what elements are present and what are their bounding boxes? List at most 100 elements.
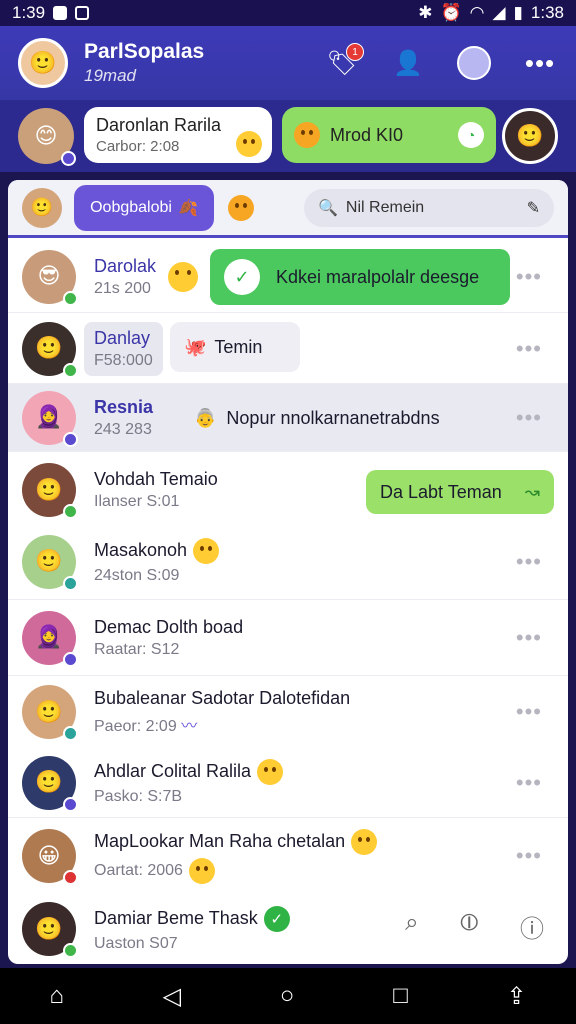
alarm-icon: ⏰ <box>440 3 462 22</box>
contact-subtitle: Uaston S07 <box>94 934 178 952</box>
header-title: ParlSopalas <box>84 40 205 63</box>
contact-subtitle: F58:000 <box>94 351 153 369</box>
profile-button[interactable] <box>456 45 492 81</box>
contact-subtitle: Ilanser S:01 <box>94 493 180 510</box>
emoji-icon <box>257 759 284 785</box>
pinned-card-2[interactable]: Mrod KI0 ◔ <box>282 107 496 163</box>
status-badge <box>63 504 78 519</box>
pinned-card-1[interactable]: Daronlan Rarila Carbor: 2:08 <box>84 107 272 163</box>
compass-icon[interactable]: ⦶ <box>461 909 478 944</box>
share-icon[interactable]: ⇪ <box>506 982 526 1011</box>
contact-name: MapLookar Man Raha chetalan <box>94 828 378 855</box>
battery-icon: ▮ <box>513 3 523 22</box>
app-notification-icon <box>53 6 68 20</box>
user-avatar[interactable]: 🙂 <box>18 38 68 88</box>
more-icon[interactable]: ••• <box>516 405 542 431</box>
more-icon[interactable]: ••• <box>516 699 542 725</box>
message-bubble[interactable]: Da Labt Teman ↝ <box>366 470 554 514</box>
pinned-contacts-strip: 😊 Daronlan Rarila Carbor: 2:08 Mrod KI0 … <box>0 100 576 172</box>
contact-avatar: 😎 <box>22 249 78 306</box>
chat-row[interactable]: 🙂 Vohdah Temaio Ilanser S:01 Da Labt Tem… <box>8 456 568 524</box>
status-badge <box>63 575 78 591</box>
filter-search-row: 🙂 Oobgbalobi 🍂 🔍 Nil Remein ✎ <box>8 180 568 238</box>
message-text: Kdkei maralpolalr deesge <box>276 266 480 287</box>
status-badge <box>63 943 78 958</box>
message-bubble[interactable]: 🐙 Temin <box>170 322 300 372</box>
home-icon[interactable]: ⌂ <box>49 982 64 1010</box>
contact-subtitle: 24ston S:09 <box>94 567 180 584</box>
status-badge <box>63 796 78 812</box>
emoji-icon: 👵 <box>194 407 217 428</box>
check-icon: ✓ <box>224 259 260 295</box>
notification-count-badge: 1 <box>346 43 364 61</box>
back-icon[interactable]: ◁ <box>163 982 181 1011</box>
emoji-icon <box>228 194 254 221</box>
contact-avatar: 🧕 <box>22 610 78 667</box>
chat-row[interactable]: 🙂 Danlay F58:000 🐙 Temin ••• <box>8 314 568 384</box>
more-icon[interactable]: ••• <box>516 336 542 362</box>
contact-name: Darolak <box>94 255 157 276</box>
status-time-left: 1:39 <box>12 3 46 22</box>
status-badge <box>63 651 78 667</box>
leaf-icon: 🍂 <box>177 199 198 217</box>
status-badge <box>63 870 78 885</box>
filter-avatar[interactable]: 🙂 <box>22 187 62 228</box>
contact-subtitle: Paeor: 2:09 〰 <box>94 718 198 735</box>
contact-avatar: 🙂 <box>22 463 78 519</box>
check-icon: ◔ <box>458 122 484 148</box>
message-bubble[interactable]: ✓ Kdkei maralpolalr deesge <box>210 249 510 305</box>
message-bubble[interactable]: 👵 Nopur nnolkarnanetrabdns <box>180 392 490 444</box>
profile-icon <box>457 46 491 80</box>
chat-row[interactable]: 😎 Darolak 21s 200 ✓ Kdkei maralpolalr de… <box>8 241 568 313</box>
recents-icon[interactable]: □ <box>393 982 408 1010</box>
message-notification-icon <box>75 6 90 20</box>
contact-subtitle: Oartat: 2006 <box>94 857 377 884</box>
system-nav-bar: ⌂ ◁ ○ □ ⇪ <box>0 968 576 1024</box>
more-options-button[interactable]: ••• <box>522 45 558 81</box>
chat-row[interactable]: 🧕 Demac Dolth boad Raatar: S12 ••• <box>8 600 568 676</box>
filter-chip-label: Oobgbalobi <box>90 198 172 216</box>
message-text: Da Labt Teman <box>380 481 502 502</box>
search-icon[interactable]: ⌕ <box>405 909 418 944</box>
search-input[interactable]: 🔍 Nil Remein ✎ <box>304 188 554 227</box>
pinned-avatar-2[interactable]: 🙂 <box>502 108 558 164</box>
pinned-avatar-1[interactable]: 😊 <box>18 108 76 166</box>
chat-row[interactable]: 😀 MapLookar Man Raha chetalan Oartat: 20… <box>8 818 568 894</box>
octopus-icon: 🐙 <box>184 336 207 357</box>
swoosh-icon: 〰 <box>181 718 198 735</box>
emoji-icon <box>168 261 199 292</box>
chat-row[interactable]: 🙂 Ahdlar Colital Ralila Pasko: S:7B ••• <box>8 748 568 818</box>
signal-icon: ◢ <box>492 3 506 22</box>
bottom-toolbar: ⌕ ⦶ ⓘ <box>405 909 544 944</box>
contact-avatar: 🙂 <box>22 685 78 741</box>
info-icon[interactable]: ⓘ <box>520 909 544 944</box>
contact-avatar: 🙂 <box>22 534 78 591</box>
more-icon[interactable]: ••• <box>516 549 542 575</box>
emoji-icon <box>236 131 262 157</box>
more-icon[interactable]: ••• <box>516 770 542 796</box>
contact-avatar: 🙂 <box>22 755 78 812</box>
edit-icon[interactable]: ✎ <box>527 198 540 218</box>
contact-subtitle: Raatar: S12 <box>94 640 180 658</box>
chat-row[interactable]: 🙂 Bubaleanar Sadotar Dalotefidan Paeor: … <box>8 676 568 748</box>
emoji-icon <box>294 122 320 148</box>
emoji-icon <box>193 538 220 564</box>
tag-notification-button[interactable]: 🏷 1 <box>324 43 364 81</box>
chat-row[interactable]: 🙂 Masakonoh 24ston S:09 ••• <box>8 524 568 600</box>
chat-list-panel: 🙂 Oobgbalobi 🍂 🔍 Nil Remein ✎ 😎 Darolak … <box>8 180 568 964</box>
more-icon[interactable]: ••• <box>516 625 542 651</box>
more-icon[interactable]: ••• <box>516 843 542 869</box>
home-circle-icon[interactable]: ○ <box>280 982 295 1010</box>
filter-chip[interactable]: Oobgbalobi 🍂 <box>74 184 214 231</box>
contact-name: Danlay <box>94 327 151 348</box>
contact-name: Damiar Beme Thask ✓ <box>94 905 290 932</box>
contact-name: Bubaleanar Sadotar Dalotefidan <box>94 688 351 708</box>
more-icon[interactable]: ••• <box>516 264 542 290</box>
contacts-button[interactable]: 👤 <box>390 45 426 81</box>
contact-name: Ahdlar Colital Ralila <box>94 759 284 785</box>
contact-name: Resnia <box>94 396 154 417</box>
chat-row[interactable]: 🧕 Resnia 243 283 👵 Nopur nnolkarnanetrab… <box>8 384 568 452</box>
status-time-right: 1:38 <box>530 3 564 22</box>
app-header: 🙂 ParlSopalas 19mad 🏷 1 👤 ••• <box>0 26 576 100</box>
contact-subtitle: 21s 200 <box>94 279 151 297</box>
